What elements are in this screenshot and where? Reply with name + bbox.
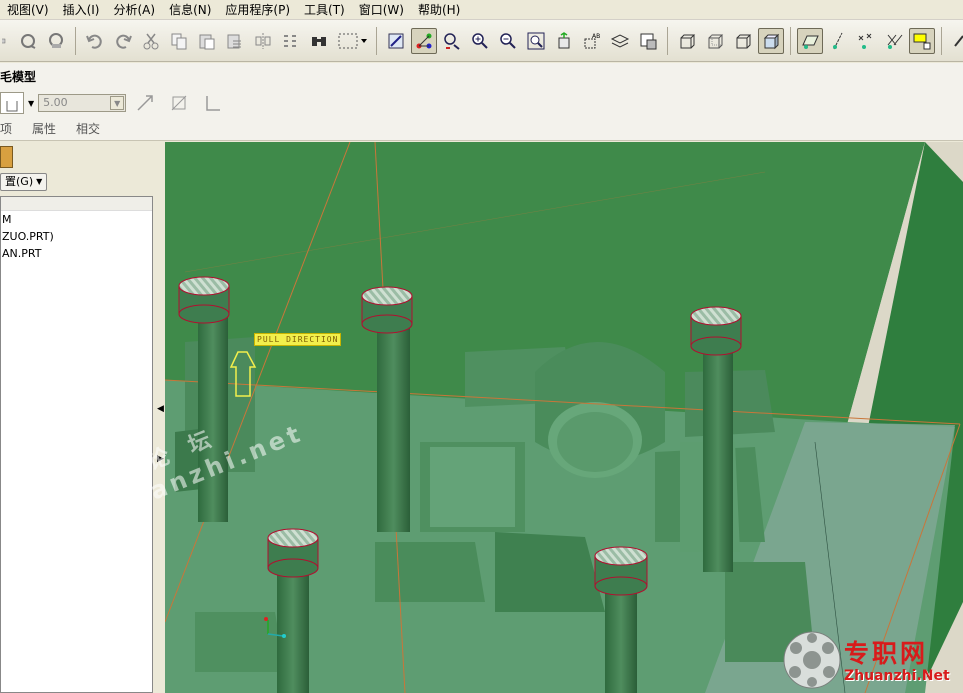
remove-material-icon[interactable] <box>168 92 190 114</box>
redo-icon[interactable] <box>110 28 136 54</box>
svg-text:AB: AB <box>592 33 600 40</box>
menu-analysis[interactable]: 分析(A) <box>106 0 162 20</box>
view-manager-icon[interactable] <box>635 28 661 54</box>
site-logo: 专职网 Zhuanzhi.Net <box>782 628 963 693</box>
pin-head-2[interactable] <box>361 286 413 334</box>
tree-item-part-2[interactable]: AN.PRT <box>1 245 152 262</box>
dashboard-tabs: 项 属性 相交 <box>0 120 120 137</box>
zoom-out-icon[interactable] <box>495 28 521 54</box>
pin-head-5[interactable] <box>594 546 648 596</box>
reorient-icon[interactable] <box>551 28 577 54</box>
chevron-down-icon[interactable]: ▼ <box>28 99 34 108</box>
coordinate-systems-icon[interactable] <box>881 28 907 54</box>
wireframe-icon[interactable] <box>674 28 700 54</box>
tree-toolbar <box>0 142 165 170</box>
cut-icon[interactable] <box>138 28 164 54</box>
pin-head-4[interactable] <box>267 528 319 578</box>
layers-icon[interactable] <box>607 28 633 54</box>
menu-tools[interactable]: 工具(T) <box>297 0 352 20</box>
pin-head-1[interactable] <box>178 276 230 324</box>
soccer-ball-logo-icon <box>783 631 841 689</box>
more-tools-icon[interactable] <box>948 28 963 54</box>
panel-splitter[interactable]: ◀ ▶ <box>153 142 165 693</box>
menu-insert[interactable]: 插入(I) <box>56 0 107 20</box>
copy-icon[interactable] <box>166 28 192 54</box>
depth-type-icon <box>6 101 18 112</box>
main-toolbar: AB <box>0 20 963 62</box>
collapse-left-icon[interactable]: ◀ <box>157 404 164 414</box>
shading-icon[interactable] <box>758 27 784 54</box>
dashboard-controls: ▼ 5.00 ▼ <box>0 92 224 114</box>
tab-intersect[interactable]: 相交 <box>76 120 100 137</box>
zoom-in-icon[interactable] <box>467 28 493 54</box>
pattern-icon[interactable] <box>278 28 304 54</box>
logo-chinese: 专职网 <box>844 639 929 668</box>
repaint-icon[interactable] <box>383 28 409 54</box>
menu-applications[interactable]: 应用程序(P) <box>218 0 297 20</box>
no-hidden-icon[interactable] <box>730 28 756 54</box>
annotation-display-icon[interactable] <box>909 27 935 54</box>
tab-placement[interactable]: 项 <box>0 120 12 137</box>
tree-settings-button[interactable]: 置(G) ▼ <box>0 173 48 191</box>
pin-head-3[interactable] <box>690 306 742 356</box>
pull-direction-label: PULL DIRECTION <box>254 333 342 346</box>
depth-value-text: 5.00 <box>43 96 68 109</box>
orient-mode-icon[interactable] <box>439 28 465 54</box>
logo-url: Zhuanzhi.Net <box>844 668 950 684</box>
depth-dropdown-icon[interactable]: ▼ <box>110 96 125 110</box>
menu-help[interactable]: 帮助(H) <box>411 0 467 20</box>
tree-header <box>1 197 152 211</box>
feature-dashboard: 毛模型 ▼ 5.00 ▼ 项 属性 相交 <box>0 63 963 141</box>
thicken-sketch-icon[interactable] <box>202 92 224 114</box>
menu-window[interactable]: 窗口(W) <box>352 0 411 20</box>
tree-item-part-1[interactable]: ZUO.PRT) <box>1 228 152 245</box>
tree-settings-label: 置(G) <box>5 175 34 188</box>
datum-axes-icon[interactable] <box>825 28 851 54</box>
datum-planes-icon[interactable] <box>797 27 823 54</box>
tree-item-assembly[interactable]: M <box>1 211 152 228</box>
folder-browser-icon[interactable] <box>0 146 13 168</box>
model-tree: M ZUO.PRT) AN.PRT <box>0 196 153 693</box>
hidden-line-icon[interactable] <box>702 28 728 54</box>
refit-icon[interactable] <box>523 28 549 54</box>
menu-info[interactable]: 信息(N) <box>162 0 218 20</box>
flip-direction-icon[interactable] <box>134 92 156 114</box>
depth-value-input[interactable]: 5.00 ▼ <box>38 94 127 112</box>
paste-special-icon[interactable] <box>222 28 248 54</box>
spin-center-icon[interactable] <box>411 27 437 54</box>
tab-properties[interactable]: 属性 <box>32 120 56 137</box>
menu-bar: 视图(V) 插入(I) 分析(A) 信息(N) 应用程序(P) 工具(T) 窗口… <box>0 0 963 20</box>
print-icon[interactable] <box>1 28 13 54</box>
regenerate-icon[interactable] <box>15 28 41 54</box>
dashboard-title: 毛模型 <box>0 70 37 84</box>
extrude-depth-type-button[interactable] <box>0 92 24 114</box>
find-icon[interactable] <box>306 28 332 54</box>
selection-box-icon[interactable] <box>334 28 370 54</box>
chevron-down-icon: ▼ <box>36 177 43 186</box>
regenerate-manager-icon[interactable] <box>43 28 69 54</box>
mirror-icon[interactable] <box>250 28 276 54</box>
paste-icon[interactable] <box>194 28 220 54</box>
saved-views-icon[interactable]: AB <box>579 28 605 54</box>
undo-icon[interactable] <box>82 28 108 54</box>
menu-view[interactable]: 视图(V) <box>0 0 56 20</box>
model-tree-panel: 置(G) ▼ M ZUO.PRT) AN.PRT <box>0 142 165 693</box>
datum-points-icon[interactable] <box>853 28 879 54</box>
